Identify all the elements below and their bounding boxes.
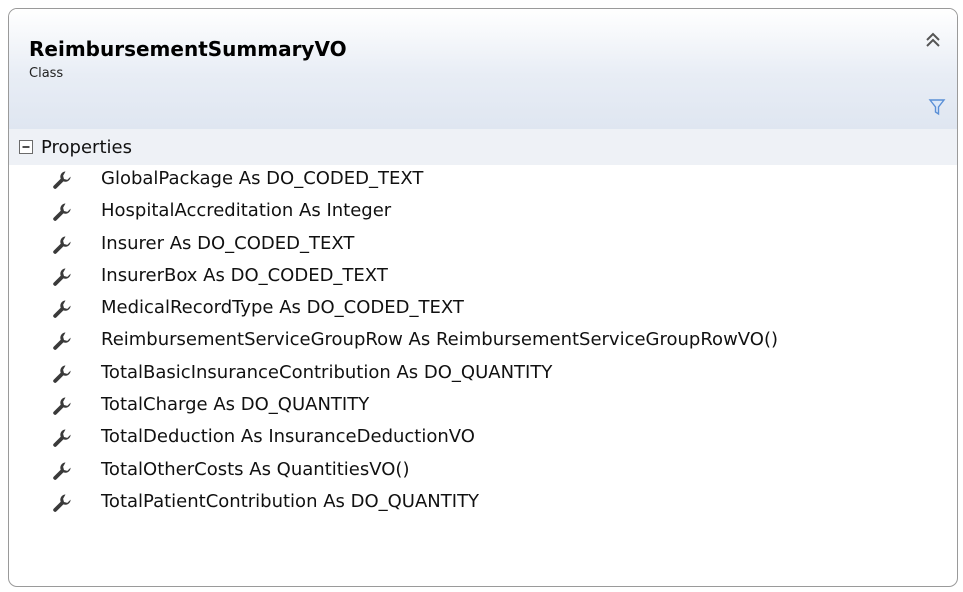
class-header: ReimbursementSummaryVO Class bbox=[9, 9, 957, 130]
property-row[interactable]: TotalOtherCosts As QuantitiesVO() bbox=[9, 456, 957, 488]
property-row[interactable]: TotalCharge As DO_QUANTITY bbox=[9, 391, 957, 423]
class-kind: Class bbox=[29, 66, 64, 81]
property-text: HospitalAccreditation As Integer bbox=[101, 200, 392, 222]
property-row[interactable]: MedicalRecordType As DO_CODED_TEXT bbox=[9, 294, 957, 326]
property-text: TotalCharge As DO_QUANTITY bbox=[101, 394, 370, 416]
wrench-icon bbox=[51, 266, 73, 288]
class-shape[interactable]: ReimbursementSummaryVO Class Properties … bbox=[8, 8, 958, 587]
property-text: TotalOtherCosts As QuantitiesVO() bbox=[101, 458, 410, 480]
class-title: ReimbursementSummaryVO bbox=[29, 37, 347, 61]
minus-box-icon[interactable] bbox=[19, 139, 33, 154]
property-text: Insurer As DO_CODED_TEXT bbox=[101, 232, 355, 254]
property-text: TotalBasicInsuranceContribution As DO_QU… bbox=[101, 361, 553, 383]
property-list: GlobalPackage As DO_CODED_TEXT HospitalA… bbox=[9, 165, 957, 520]
property-text: ReimbursementServiceGroupRow As Reimburs… bbox=[101, 329, 778, 351]
wrench-icon bbox=[51, 298, 73, 320]
property-row[interactable]: Insurer As DO_CODED_TEXT bbox=[9, 230, 957, 262]
filter-icon[interactable] bbox=[927, 97, 947, 117]
property-row[interactable]: TotalDeduction As InsuranceDeductionVO bbox=[9, 423, 957, 455]
property-text: GlobalPackage As DO_CODED_TEXT bbox=[101, 168, 424, 189]
double-chevron-up-icon[interactable] bbox=[923, 29, 943, 51]
property-text: TotalPatientContribution As DO_QUANTITY bbox=[101, 490, 480, 512]
property-row[interactable]: TotalBasicInsuranceContribution As DO_QU… bbox=[9, 359, 957, 391]
property-row[interactable]: InsurerBox As DO_CODED_TEXT bbox=[9, 262, 957, 294]
wrench-icon bbox=[51, 395, 73, 417]
properties-label: Properties bbox=[41, 137, 132, 158]
wrench-icon bbox=[51, 460, 73, 482]
property-text: InsurerBox As DO_CODED_TEXT bbox=[101, 264, 388, 286]
property-row[interactable]: ReimbursementServiceGroupRow As Reimburs… bbox=[9, 326, 957, 358]
properties-section-header: Properties bbox=[9, 129, 957, 165]
wrench-icon bbox=[51, 169, 73, 191]
property-row[interactable]: TotalPatientContribution As DO_QUANTITY bbox=[9, 488, 957, 520]
property-row[interactable]: HospitalAccreditation As Integer bbox=[9, 197, 957, 229]
wrench-icon bbox=[51, 201, 73, 223]
wrench-icon bbox=[51, 492, 73, 514]
wrench-icon bbox=[51, 234, 73, 256]
wrench-icon bbox=[51, 363, 73, 385]
property-text: MedicalRecordType As DO_CODED_TEXT bbox=[101, 297, 464, 319]
property-text: TotalDeduction As InsuranceDeductionVO bbox=[101, 426, 475, 448]
wrench-icon bbox=[51, 330, 73, 352]
property-row[interactable]: GlobalPackage As DO_CODED_TEXT bbox=[9, 165, 957, 197]
wrench-icon bbox=[51, 427, 73, 449]
